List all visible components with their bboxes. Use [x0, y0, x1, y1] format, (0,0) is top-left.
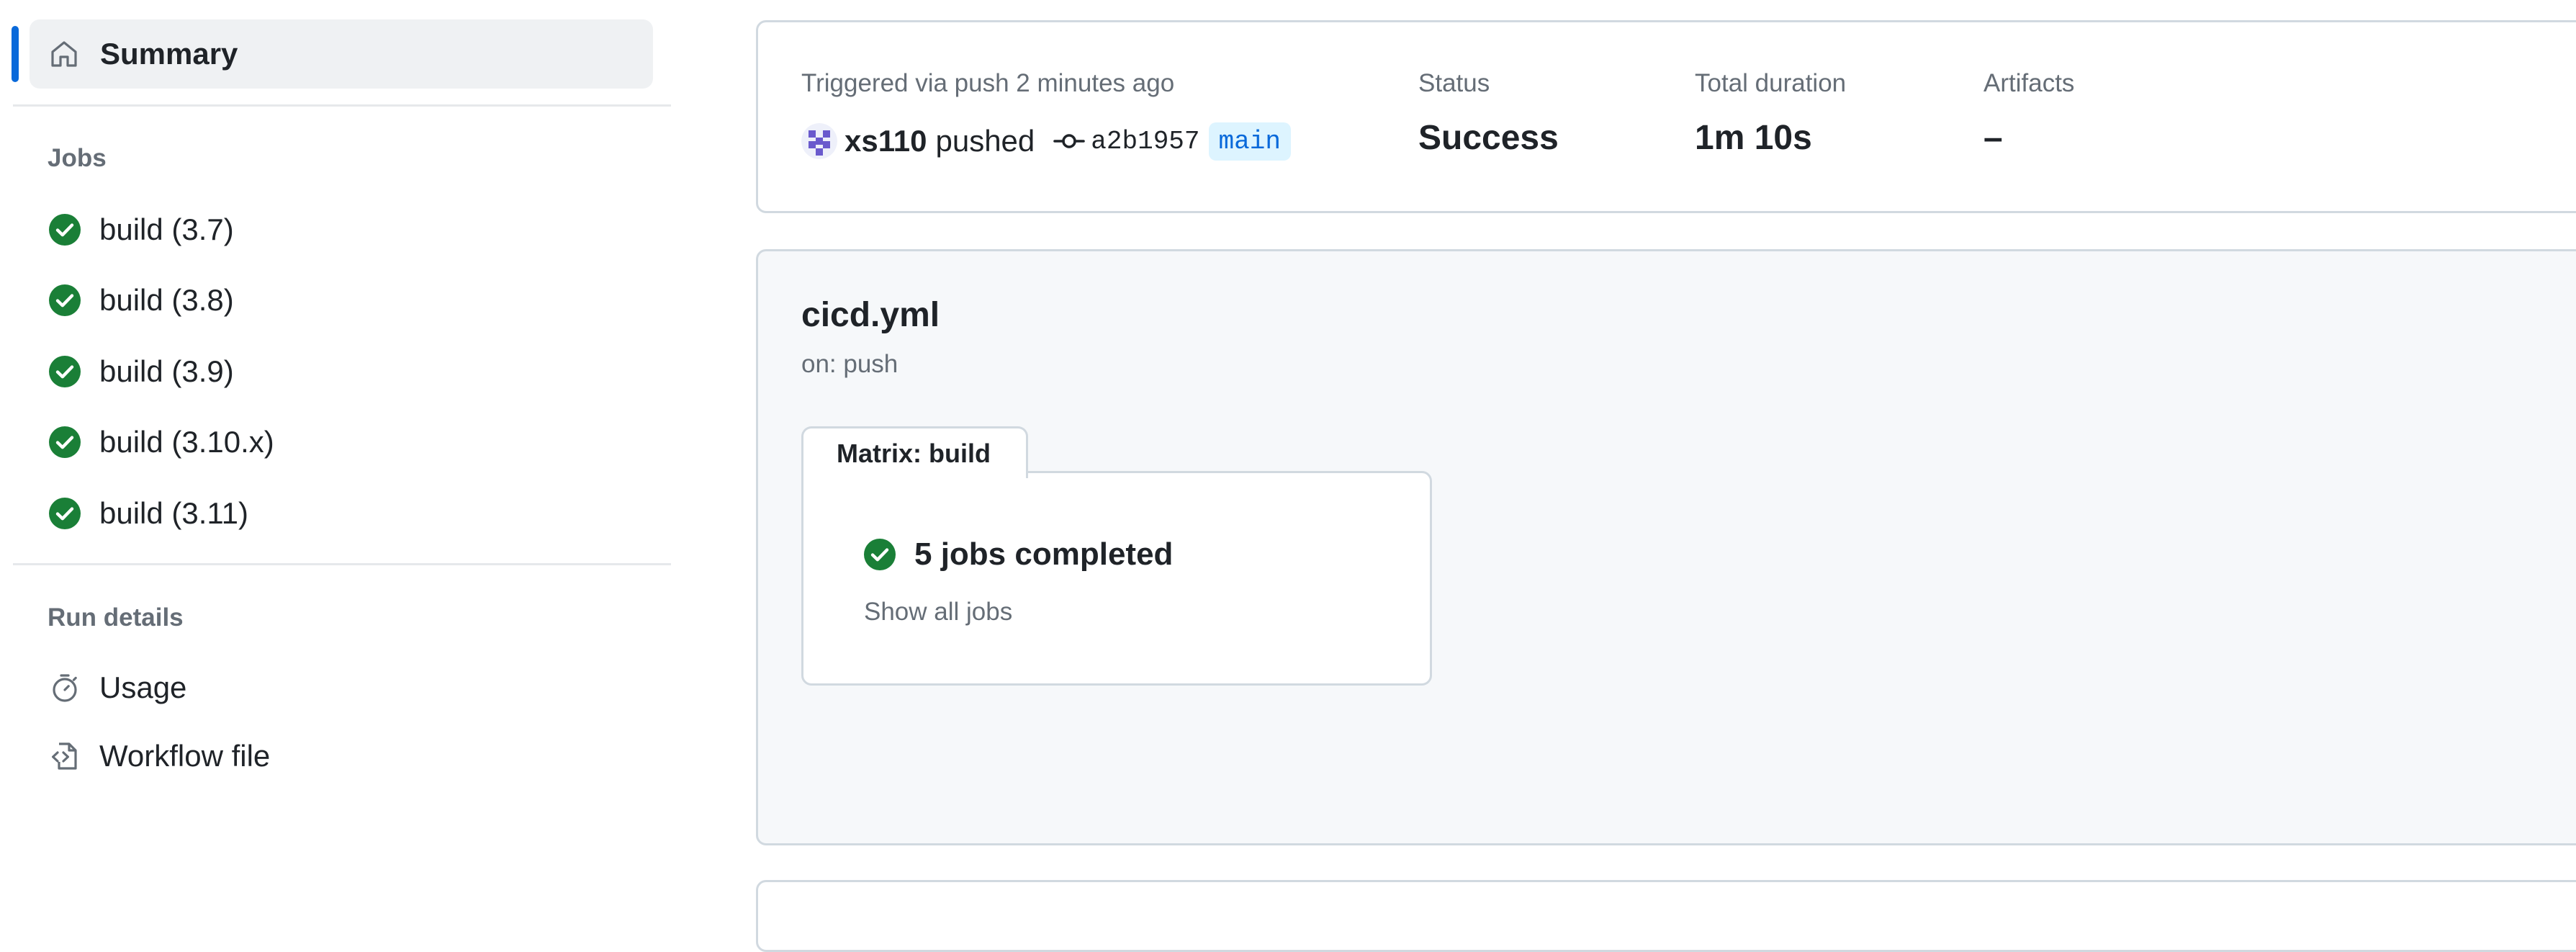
trigger-text: Triggered via push 2 minutes ago: [801, 69, 1175, 97]
sidebar-item-workflow-file[interactable]: Workflow file: [48, 735, 270, 778]
avatar[interactable]: [801, 123, 837, 159]
sidebar-item-job[interactable]: build (3.9): [48, 350, 234, 393]
sidebar: Summary Jobs build (3.7) build (3.8) bui…: [0, 0, 671, 894]
workflow-trigger: on: push: [801, 350, 899, 378]
job-label: build (3.10.x): [99, 425, 274, 459]
duration-label: Total duration: [1695, 69, 1847, 97]
status-label: Status: [1418, 69, 1490, 97]
push-action-text: pushed: [935, 124, 1035, 158]
job-label: build (3.8): [99, 283, 234, 317]
sidebar-item-usage[interactable]: Usage: [48, 666, 186, 709]
next-card: [756, 880, 2576, 952]
sidebar-item-label: Workflow file: [99, 739, 271, 773]
run-details-heading: Run details: [48, 603, 184, 632]
check-circle-icon: [49, 426, 81, 458]
matrix-tab: Matrix: build: [801, 426, 1028, 478]
check-circle-icon: [864, 539, 896, 570]
artifacts-label: Artifacts: [1983, 69, 2075, 97]
job-label: build (3.11): [99, 496, 249, 530]
sidebar-item-job[interactable]: build (3.8): [48, 279, 234, 322]
active-indicator: [12, 26, 19, 82]
matrix-status: 5 jobs completed: [863, 533, 1173, 576]
matrix-job-group[interactable]: [801, 471, 1432, 686]
job-label: build (3.7): [99, 212, 234, 246]
status-value: Success: [1418, 119, 1559, 157]
show-all-jobs-link[interactable]: Show all jobs: [864, 598, 1012, 627]
matrix-status-text: 5 jobs completed: [914, 536, 1174, 572]
check-circle-icon: [49, 498, 81, 529]
sidebar-item-job[interactable]: build (3.10.x): [48, 421, 274, 464]
sidebar-item-job[interactable]: build (3.7): [48, 208, 234, 251]
file-code-icon: [52, 742, 77, 770]
commit-sha-link[interactable]: a2b1957: [1091, 127, 1199, 156]
branch-badge[interactable]: main: [1208, 122, 1291, 161]
git-commit-icon: [1053, 134, 1086, 148]
check-circle-icon: [49, 214, 81, 246]
workflow-file-name: cicd.yml: [801, 296, 940, 334]
push-info: xs110 pushed a2b1957 main: [801, 117, 1291, 166]
home-icon: [51, 41, 77, 67]
check-circle-icon: [49, 356, 81, 387]
duration-value: 1m 10s: [1695, 119, 1812, 157]
sidebar-item-label: Summary: [100, 37, 238, 71]
sidebar-item-label: Usage: [99, 670, 187, 704]
divider: [13, 104, 671, 107]
check-circle-icon: [49, 284, 81, 316]
sidebar-item-summary[interactable]: Summary: [30, 19, 653, 89]
actor-link[interactable]: xs110: [845, 124, 927, 158]
stopwatch-icon: [53, 674, 77, 702]
artifacts-value: –: [1983, 119, 2003, 157]
jobs-heading: Jobs: [48, 144, 107, 172]
job-label: build (3.9): [99, 354, 234, 388]
sidebar-item-job[interactable]: build (3.11): [48, 492, 248, 535]
divider: [13, 563, 671, 565]
